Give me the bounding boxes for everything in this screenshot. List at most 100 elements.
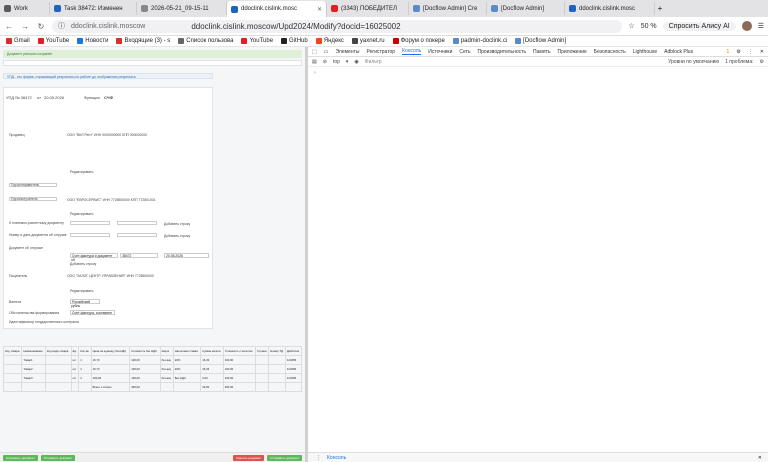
table-cell[interactable]: 20% <box>172 355 202 365</box>
save-document-button[interactable]: Сохранить документ <box>3 454 38 461</box>
tab-lighthouse[interactable]: Lighthouse <box>633 49 657 55</box>
table-row[interactable]: Товар1 шт 1 16,73 100,00 без акц 20% 16,33 100,0… <box>2 355 303 365</box>
table-cell[interactable]: Товар3 <box>21 373 46 383</box>
zoom-level[interactable]: 50 % <box>641 23 657 30</box>
bookmark-docflow[interactable]: [Docflow Admin] <box>515 38 566 44</box>
new-tab-icon[interactable]: + <box>655 4 665 13</box>
table-cell[interactable] <box>254 364 270 374</box>
table-cell[interactable]: 16,73 <box>90 355 131 365</box>
table-cell[interactable]: без акц <box>159 364 174 374</box>
clear-console-icon[interactable]: ⊘ <box>323 59 327 65</box>
add-payment-link[interactable]: Добавить строку <box>164 222 190 226</box>
table-cell[interactable]: 16,33 <box>200 364 224 374</box>
send-document-button-2[interactable]: Отправить документ <box>267 454 302 461</box>
url-field[interactable]: ⓘ ddoclink.cislink.moscow ddoclink.cisli… <box>52 19 623 33</box>
device-toolbar-icon[interactable]: ▭ <box>324 49 329 55</box>
function-value[interactable]: СЧФ <box>104 95 113 100</box>
drawer-tab-console[interactable]: Консоль <box>327 455 346 461</box>
edit-consignee-link[interactable]: Редактировать <box>70 212 93 216</box>
table-cell[interactable]: 100,00 <box>90 373 131 383</box>
shipment-doc-date[interactable]: 20.05.2026 <box>164 253 209 258</box>
eye-icon[interactable]: ◉ <box>354 59 358 65</box>
delete-document-button[interactable]: Удалить документ <box>233 454 265 461</box>
menu-icon[interactable]: ☰ <box>758 22 764 30</box>
payment-doc-number[interactable] <box>70 221 110 225</box>
table-cell[interactable]: 123456 <box>284 373 303 383</box>
doc-date[interactable]: 20.05.2026 <box>44 95 64 100</box>
back-icon[interactable]: ← <box>4 22 14 31</box>
alice-button[interactable]: Спросить Алису AI <box>662 21 736 31</box>
payment-doc-date[interactable] <box>117 221 157 225</box>
table-cell[interactable]: 123456 <box>284 355 303 365</box>
table-cell[interactable]: 100,00 <box>222 355 256 365</box>
bookmark-youtube-2[interactable]: YouTube <box>241 38 273 44</box>
table-cell[interactable]: 100,00 <box>129 373 161 383</box>
table-cell[interactable] <box>2 364 23 374</box>
tab-memory[interactable]: Память <box>533 49 550 55</box>
table-cell[interactable]: 1 <box>78 364 92 374</box>
filter-input[interactable]: Фильтр <box>365 59 565 65</box>
tab-ddoclink-2[interactable]: ddoclink.cislink.mosc <box>565 2 655 15</box>
currency-select[interactable]: Российский рубль <box>70 299 100 308</box>
sidebar-toggle-icon[interactable]: ▤ <box>312 59 317 65</box>
tab-sources[interactable]: Источники <box>428 49 452 55</box>
bookmark-github[interactable]: GitHub <box>281 38 308 44</box>
table-cell[interactable] <box>44 373 72 383</box>
bookmark-news[interactable]: Новости <box>77 38 108 44</box>
table-cell[interactable]: без акц <box>159 355 174 365</box>
bookmark-star-icon[interactable]: ☆ <box>628 22 634 30</box>
gear-icon[interactable]: ⚙ <box>736 49 740 55</box>
tab-ddoclink-active[interactable]: ddoclink.cislink.mosc ✕ <box>227 1 327 17</box>
tab-security[interactable]: Безопасность <box>594 49 626 55</box>
table-cell[interactable] <box>2 355 23 365</box>
reload-icon[interactable]: ↻ <box>36 22 46 31</box>
tab-performance[interactable]: Производительность <box>478 49 527 55</box>
bookmark-yandex[interactable]: Яндекс <box>315 38 344 44</box>
tab-network[interactable]: Сеть <box>459 49 470 55</box>
close-icon[interactable]: ✕ <box>760 49 764 55</box>
edit-buyer-link[interactable]: Редактировать <box>70 289 93 293</box>
table-cell[interactable]: 100,00 <box>129 364 161 374</box>
drawer-close-icon[interactable]: ✕ <box>758 455 762 461</box>
send-document-button[interactable]: Отправить документ <box>40 454 76 461</box>
table-cell[interactable] <box>268 364 286 374</box>
tab-application[interactable]: Приложение <box>557 49 586 55</box>
table-cell[interactable]: 1 <box>78 373 92 383</box>
table-row[interactable]: Товар2 шт 1 16,73 100,00 без акц 20% 16,33 100,0… <box>2 364 303 374</box>
tab-youtube[interactable]: (3343) ПОБЕДИТЕЛ <box>327 2 409 15</box>
table-cell[interactable]: 0,00 <box>200 373 224 383</box>
console-settings-icon[interactable]: ⚙ <box>760 59 764 65</box>
table-cell[interactable]: Без НДС <box>172 373 202 383</box>
table-cell[interactable]: 123456 <box>284 364 303 374</box>
bookmark-youtube[interactable]: YouTube <box>37 38 69 44</box>
table-cell[interactable]: 100,00 <box>222 364 256 374</box>
tab-adblock[interactable]: Adblock Plus <box>664 49 693 55</box>
shipment-doc-name[interactable]: Счет-фактура и документ об <box>70 253 118 262</box>
bookmark-poker[interactable]: Форум о покере <box>392 38 445 44</box>
tab-task[interactable]: Task 38472: Изменен <box>50 2 137 15</box>
table-cell[interactable]: 100,00 <box>222 373 256 383</box>
tab-docflow-create[interactable]: [Docflow Admin] Cre <box>409 2 487 15</box>
table-cell[interactable]: шт <box>70 364 80 374</box>
tab-work[interactable]: Work <box>0 2 50 15</box>
context-select[interactable]: top <box>333 59 340 65</box>
avatar[interactable] <box>741 21 752 31</box>
close-tab-icon[interactable]: ✕ <box>317 6 322 13</box>
issues-badge[interactable]: 1 <box>727 49 730 55</box>
table-cell[interactable]: Товар1 <box>21 355 46 365</box>
inspect-icon[interactable]: ⬚ <box>312 49 317 55</box>
table-cell[interactable]: шт <box>70 373 80 383</box>
table-cell[interactable] <box>268 355 286 365</box>
tab-docflow[interactable]: [Docflow Admin] <box>487 2 565 15</box>
tab-console[interactable]: Консоль <box>402 48 422 55</box>
table-cell[interactable] <box>268 373 286 383</box>
more-icon[interactable]: ⋮ <box>748 49 753 55</box>
tab-recorder[interactable]: Регистратор <box>366 49 395 55</box>
table-cell[interactable] <box>44 364 72 374</box>
issues-link[interactable]: 1 проблема: <box>725 59 753 65</box>
circumstance-select[interactable]: Счет-фактура, составлен <box>70 310 115 315</box>
table-cell[interactable] <box>254 373 270 383</box>
table-cell[interactable]: 16,73 <box>90 364 131 374</box>
table-cell[interactable]: 1 <box>78 355 92 365</box>
table-cell[interactable] <box>2 373 23 383</box>
